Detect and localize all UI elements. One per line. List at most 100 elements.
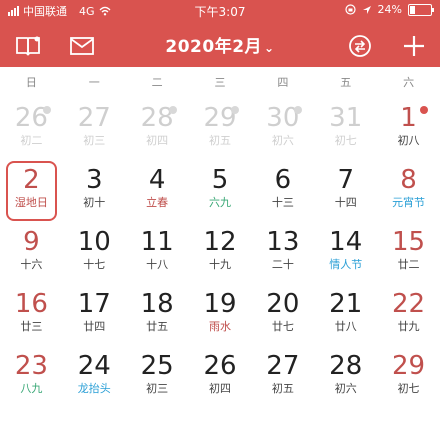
day-number: 29 [203, 103, 237, 133]
day-cell[interactable]: 10 十七 [63, 220, 126, 282]
day-cell[interactable]: 23 八九 [0, 344, 63, 406]
day-number: 24 [77, 351, 111, 381]
day-cell[interactable]: 22 廿九 [377, 282, 440, 344]
day-cell[interactable]: 5 六九 [189, 158, 252, 220]
day-number: 1 [400, 103, 417, 133]
battery-percent: 24% [377, 3, 402, 16]
lunar-date: 六九 [208, 196, 231, 209]
battery-level [410, 5, 415, 14]
lunar-date: 廿五 [146, 320, 169, 333]
day-number: 8 [400, 165, 417, 195]
day-number: 31 [329, 103, 363, 133]
day-cell[interactable]: 29 初五 [189, 96, 252, 158]
weekday-header: 日一二三四五六 [0, 71, 440, 95]
weekday-label: 三 [214, 76, 226, 89]
day-cell[interactable]: 9 十六 [0, 220, 63, 282]
lunar-date: 廿三 [20, 320, 43, 333]
day-cell[interactable]: 12 十九 [189, 220, 252, 282]
weekday-label: 四 [277, 76, 289, 89]
lunar-date: 十九 [208, 258, 231, 271]
lunar-date: 十六 [20, 258, 43, 271]
day-number: 25 [140, 351, 174, 381]
day-cell[interactable]: 17 廿四 [63, 282, 126, 344]
chevron-down-icon[interactable]: ⌄ [264, 41, 275, 55]
return-to-today-icon[interactable] [346, 34, 374, 58]
day-cell[interactable]: 30 初六 [251, 96, 314, 158]
lunar-date: 十四 [334, 196, 357, 209]
weekday-label: 日 [25, 76, 37, 89]
lunar-date: 十三 [271, 196, 294, 209]
day-number: 6 [274, 165, 292, 195]
lunar-date: 湿地日 [14, 196, 48, 209]
day-cell[interactable]: 18 廿五 [126, 282, 189, 344]
day-number: 10 [77, 227, 111, 257]
lock-rotation-icon [344, 4, 356, 15]
day-cell[interactable]: 20 廿七 [251, 282, 314, 344]
day-cell[interactable]: 4 立春 [126, 158, 189, 220]
day-cell[interactable]: 28 初四 [126, 96, 189, 158]
day-number: 2 [23, 165, 40, 195]
day-cell[interactable]: 16 廿三 [0, 282, 63, 344]
day-number: 27 [266, 351, 300, 381]
lunar-date: 初七 [334, 134, 357, 147]
day-cell[interactable]: 1 初八 [377, 96, 440, 158]
lunar-date: 十八 [146, 258, 169, 271]
day-cell[interactable]: 25 初三 [126, 344, 189, 406]
day-cell[interactable]: 26 初二 [0, 96, 63, 158]
day-cell[interactable]: 24 龙抬头 [63, 344, 126, 406]
day-cell[interactable]: 7 十四 [314, 158, 377, 220]
day-cell[interactable]: 21 廿八 [314, 282, 377, 344]
day-number: 5 [211, 165, 229, 195]
day-number: 16 [14, 289, 48, 319]
day-cell[interactable]: 11 十八 [126, 220, 189, 282]
lunar-date: 廿九 [397, 320, 420, 333]
day-cell[interactable]: 26 初四 [189, 344, 252, 406]
lunar-date: 初六 [334, 382, 357, 395]
weekday-label: 一 [88, 76, 100, 89]
lunar-date: 初三 [83, 134, 106, 147]
day-cell[interactable]: 14 情人节 [314, 220, 377, 282]
day-number: 9 [23, 227, 40, 257]
day-cell[interactable]: 27 初五 [251, 344, 314, 406]
day-number: 12 [203, 227, 237, 257]
status-right: 24% [344, 3, 434, 16]
lunar-date: 立春 [146, 196, 169, 209]
location-icon [362, 5, 371, 14]
day-cell[interactable]: 31 初七 [314, 96, 377, 158]
day-cell-selected[interactable]: 2 湿地日 [0, 158, 63, 221]
month-title[interactable]: 2020年2月 ⌄ [0, 32, 440, 57]
day-number: 14 [329, 227, 363, 257]
day-cell[interactable]: 3 初十 [63, 158, 126, 220]
weekday-label: 五 [340, 76, 352, 89]
day-number: 4 [148, 165, 166, 195]
holiday-badge-icon [420, 106, 428, 114]
lunar-date: 元宵节 [392, 196, 426, 209]
lunar-date: 初三 [146, 382, 169, 395]
day-cell[interactable]: 6 十三 [251, 158, 314, 220]
lunar-date: 初五 [271, 382, 294, 395]
day-cell[interactable]: 13 二十 [251, 220, 314, 282]
day-cell[interactable]: 27 初三 [63, 96, 126, 158]
lunar-date: 初二 [20, 134, 43, 147]
day-number: 23 [14, 351, 48, 381]
day-cell[interactable]: 29 初七 [377, 344, 440, 406]
calendar-grid: 26 初二 27 初三 28 初四 29 初五 30 初六 31 初七 1 初八 2 湿地日 3 初十 4 立春 5 六九… [0, 96, 440, 440]
day-cell[interactable]: 8 元宵节 [377, 158, 440, 220]
lunar-date: 龙抬头 [77, 382, 111, 395]
day-number: 17 [77, 289, 111, 319]
day-number: 28 [140, 103, 174, 133]
lunar-date: 廿四 [83, 320, 106, 333]
event-dot-icon [42, 106, 51, 114]
calendar-toolbar: 2020年2月 ⌄ [0, 28, 440, 64]
day-cell[interactable]: 15 廿二 [377, 220, 440, 282]
lunar-date: 初五 [208, 134, 231, 147]
day-number: 27 [77, 103, 111, 133]
lunar-date: 初八 [397, 134, 420, 147]
add-icon[interactable] [400, 34, 428, 58]
day-cell[interactable]: 28 初六 [314, 344, 377, 406]
lunar-date: 十七 [83, 258, 106, 271]
day-number: 29 [392, 351, 426, 381]
day-number: 18 [140, 289, 174, 319]
day-cell[interactable]: 19 雨水 [189, 282, 252, 344]
day-number: 19 [203, 289, 237, 319]
